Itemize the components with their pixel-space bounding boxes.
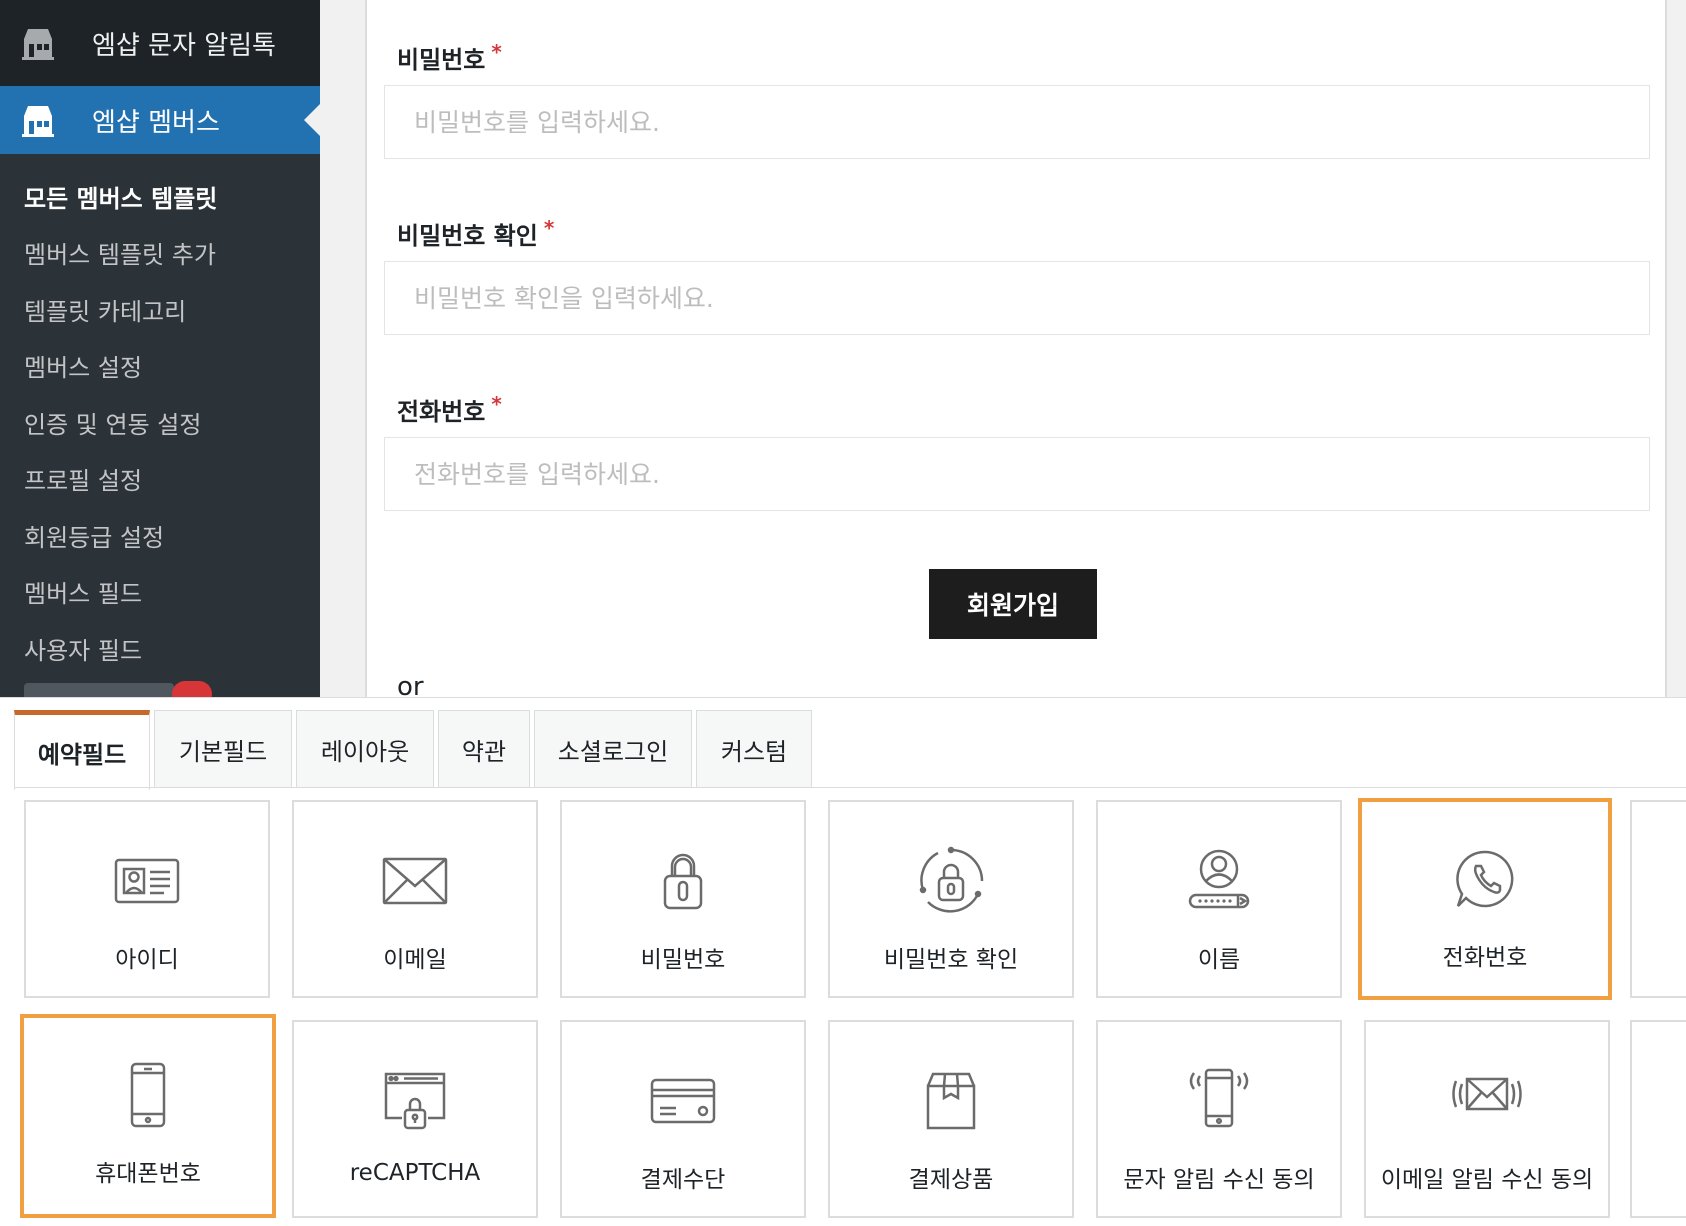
field-card-payment-product[interactable]: 결제상품 xyxy=(828,1020,1074,1218)
or-divider-text: or xyxy=(397,672,424,697)
field-card-recaptcha[interactable]: reCAPTCHA xyxy=(292,1020,538,1218)
required-asterisk: * xyxy=(491,40,502,64)
tab-terms[interactable]: 약관 xyxy=(438,710,530,788)
menu-item-msshop-members[interactable]: 엠샵 멤버스 xyxy=(0,86,320,154)
password-confirm-label: 비밀번호 확인 * xyxy=(397,216,555,250)
browser-lock-icon xyxy=(380,1066,450,1136)
field-card-label: 아이디 xyxy=(115,947,179,973)
admin-sidebar: 엠샵 문자 알림톡 엠샵 멤버스 모든 멤버스 템플릿 멤버스 템플릿 추가 템… xyxy=(0,0,320,697)
field-card-label: reCAPTCHA xyxy=(349,1160,481,1186)
phone-input[interactable] xyxy=(384,437,1650,511)
id-card-icon xyxy=(112,846,182,916)
tab-basic-fields[interactable]: 기본필드 xyxy=(154,710,292,788)
shop-icon xyxy=(18,23,58,63)
field-card-label: 비밀번호 확인 xyxy=(883,947,1019,973)
field-card-label: 전화번호 xyxy=(1442,945,1528,971)
field-card-label: 이름 xyxy=(1197,947,1241,973)
field-card-name[interactable]: 이름 xyxy=(1096,800,1342,998)
submenu: 모든 멤버스 템플릿 멤버스 템플릿 추가 템플릿 카테고리 멤버스 설정 인증… xyxy=(0,154,320,697)
field-card-cut-off[interactable] xyxy=(1630,1020,1686,1218)
submenu-members-fields[interactable]: 멤버스 필드 xyxy=(0,564,320,621)
field-card-sms-consent[interactable]: 문자 알림 수신 동의 xyxy=(1096,1020,1342,1218)
submenu-user-fields[interactable]: 사용자 필드 xyxy=(0,620,320,677)
tab-divider xyxy=(14,787,1686,788)
tab-social-login[interactable]: 소셜로그인 xyxy=(534,710,692,788)
field-card-email[interactable]: 이메일 xyxy=(292,800,538,998)
tab-layout[interactable]: 레이아웃 xyxy=(296,710,434,788)
required-asterisk: * xyxy=(543,216,555,240)
menu-item-label: 엠샵 멤버스 xyxy=(92,107,220,138)
field-card-label: 결제수단 xyxy=(640,1167,726,1193)
field-tabs: 예약필드 기본필드 레이아웃 약관 소셜로그인 커스텀 xyxy=(14,710,816,790)
submenu-all-templates[interactable]: 모든 멤버스 템플릿 xyxy=(0,168,320,225)
phone-label: 전화번호 * xyxy=(397,392,502,426)
submenu-template-category[interactable]: 템플릿 카테고리 xyxy=(0,281,320,338)
field-card-phone[interactable]: 전화번호 xyxy=(1358,798,1612,1000)
submenu-auth-settings[interactable]: 인증 및 연동 설정 xyxy=(0,394,320,451)
field-card-email-consent[interactable]: 이메일 알림 수신 동의 xyxy=(1364,1020,1610,1218)
mobile-phone-icon xyxy=(113,1060,183,1130)
notification-badge xyxy=(172,680,212,697)
field-card-label: 결제상품 xyxy=(908,1167,994,1193)
signup-button[interactable]: 회원가입 xyxy=(929,569,1097,639)
signup-form-preview: 비밀번호* 비밀번호 확인* 전화번호* 회원가입 or xyxy=(365,0,1667,697)
tab-reserved-fields[interactable]: 예약필드 xyxy=(14,710,150,790)
password-confirm-input[interactable] xyxy=(384,261,1650,335)
field-card-payment-method[interactable]: 결제수단 xyxy=(560,1020,806,1218)
cut-off-label xyxy=(24,682,174,697)
shop-icon xyxy=(18,100,58,140)
field-picker-panel: 예약필드 기본필드 레이아웃 약관 소셜로그인 커스텀 아이디 이메일 비밀번호… xyxy=(0,697,1686,1226)
phone-notification-icon xyxy=(1184,1066,1254,1136)
field-card-id[interactable]: 아이디 xyxy=(24,800,270,998)
lock-refresh-icon xyxy=(916,846,986,916)
submenu-add-template[interactable]: 멤버스 템플릿 추가 xyxy=(0,225,320,282)
password-label: 비밀번호 * xyxy=(397,40,502,74)
password-input[interactable] xyxy=(384,85,1650,159)
envelope-icon xyxy=(380,846,450,916)
field-card-password-confirm[interactable]: 비밀번호 확인 xyxy=(828,800,1074,998)
submenu-item-cut-off[interactable] xyxy=(0,677,320,697)
submenu-profile-settings[interactable]: 프로필 설정 xyxy=(0,451,320,508)
email-notification-icon xyxy=(1452,1066,1522,1136)
box-icon xyxy=(916,1066,986,1136)
field-card-label: 문자 알림 수신 동의 xyxy=(1123,1167,1315,1193)
submenu-member-grade-settings[interactable]: 회원등급 설정 xyxy=(0,507,320,564)
submenu-members-settings[interactable]: 멤버스 설정 xyxy=(0,338,320,395)
lock-icon xyxy=(648,846,718,916)
field-card-cut-off[interactable] xyxy=(1630,800,1686,998)
user-name-icon xyxy=(1184,846,1254,916)
field-card-label: 비밀번호 xyxy=(640,947,726,973)
field-card-mobile[interactable]: 휴대폰번호 xyxy=(20,1014,276,1218)
whatsapp-phone-icon xyxy=(1450,844,1520,914)
field-card-label: 휴대폰번호 xyxy=(95,1161,201,1187)
credit-card-icon xyxy=(648,1066,718,1136)
field-card-password[interactable]: 비밀번호 xyxy=(560,800,806,998)
tab-custom[interactable]: 커스텀 xyxy=(696,710,812,788)
menu-item-sms-alimtalk[interactable]: 엠샵 문자 알림톡 xyxy=(0,0,320,86)
field-card-label: 이메일 xyxy=(383,947,447,973)
required-asterisk: * xyxy=(491,392,502,416)
menu-item-label: 엠샵 문자 알림톡 xyxy=(92,30,276,61)
field-card-label: 이메일 알림 수신 동의 xyxy=(1380,1167,1594,1193)
